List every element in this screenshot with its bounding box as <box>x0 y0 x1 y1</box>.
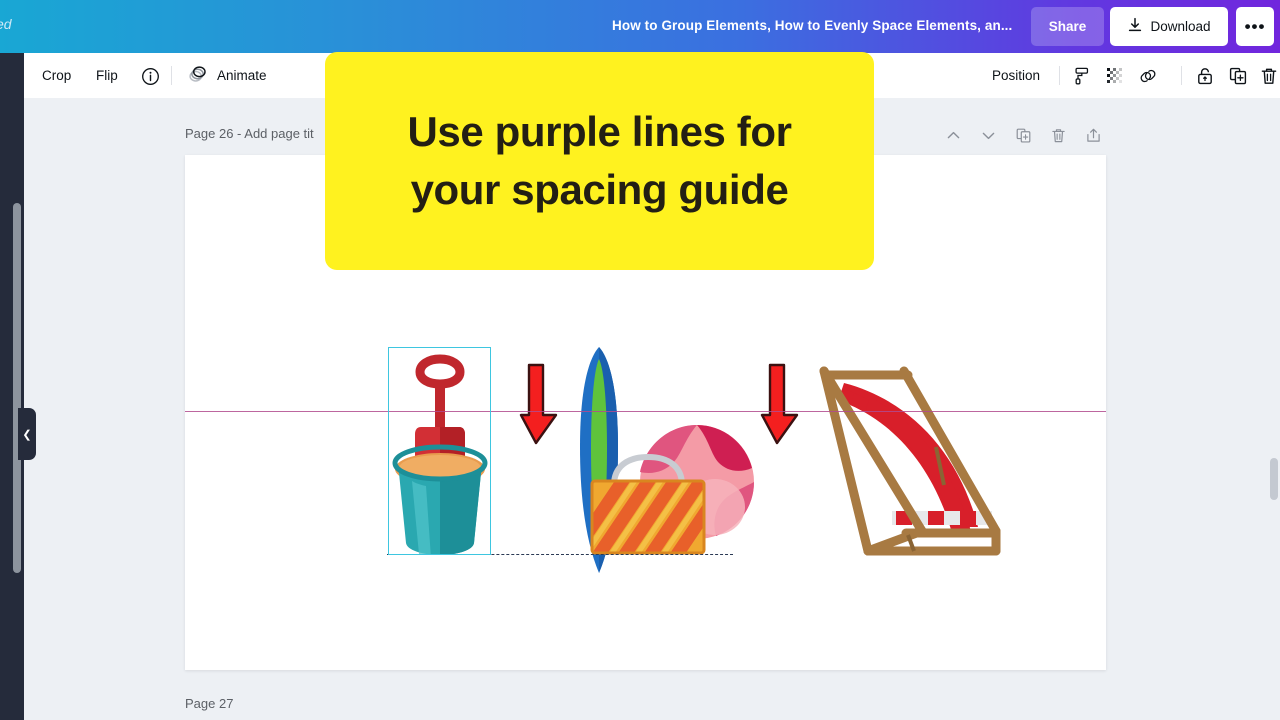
header-left-partial-text: ed <box>0 16 12 32</box>
checkerboard-transparency-icon[interactable] <box>1102 63 1128 89</box>
canva-editor-window: ed How to Group Elements, How to Evenly … <box>0 0 1280 720</box>
red-down-arrow-left[interactable] <box>514 363 558 445</box>
top-header-bar: ed How to Group Elements, How to Evenly … <box>0 0 1280 53</box>
selection-bounding-box[interactable] <box>388 347 491 555</box>
crop-button[interactable]: Crop <box>42 53 71 98</box>
chevron-left-icon: ❮ <box>22 428 32 441</box>
page-title-label[interactable]: Page 26 - Add page tit <box>185 126 314 141</box>
info-circle-icon[interactable] <box>137 63 163 89</box>
animate-button[interactable]: Animate <box>187 53 267 98</box>
share-button-label: Share <box>1048 19 1087 34</box>
lock-icon[interactable] <box>1192 63 1218 89</box>
red-down-arrow-right[interactable] <box>755 363 799 445</box>
delete-page-button[interactable] <box>1046 124 1071 146</box>
download-icon <box>1127 17 1143 36</box>
flip-label: Flip <box>96 68 118 83</box>
page-action-buttons <box>941 124 1106 146</box>
purple-spacing-guide-line <box>185 411 1106 412</box>
animate-circles-icon <box>187 64 209 87</box>
more-options-icon: ••• <box>1244 16 1266 36</box>
add-page-button[interactable] <box>1081 124 1106 146</box>
more-options-button[interactable]: ••• <box>1236 7 1274 46</box>
move-page-down-button[interactable] <box>976 124 1001 146</box>
link-icon[interactable] <box>1135 63 1161 89</box>
toolbar-divider-1 <box>171 66 172 85</box>
paint-roller-icon[interactable] <box>1069 63 1095 89</box>
beach-bag-element[interactable] <box>588 449 708 557</box>
flip-button[interactable]: Flip <box>96 53 118 98</box>
duplicate-icon[interactable] <box>1225 63 1251 89</box>
position-button[interactable]: Position <box>992 53 1040 98</box>
sidebar-scrollbar[interactable] <box>13 203 21 573</box>
toolbar-divider-2 <box>1059 66 1060 85</box>
instruction-callout: Use purple lines for your spacing guide <box>325 52 874 270</box>
toolbar-divider-3 <box>1181 66 1182 85</box>
trash-icon[interactable] <box>1256 63 1280 89</box>
duplicate-page-button[interactable] <box>1011 124 1036 146</box>
sidebar-collapse-button[interactable]: ❮ <box>18 408 36 460</box>
move-page-up-button[interactable] <box>941 124 966 146</box>
animate-label: Animate <box>217 68 267 83</box>
canvas-vertical-scrollbar[interactable] <box>1270 458 1278 500</box>
document-title: How to Group Elements, How to Evenly Spa… <box>612 18 1013 33</box>
download-button-label: Download <box>1150 19 1211 34</box>
share-button[interactable]: Share <box>1031 7 1104 46</box>
instruction-callout-text: Use purple lines for your spacing guide <box>407 108 792 213</box>
deck-chair-element[interactable] <box>810 355 1020 570</box>
position-label: Position <box>991 68 1040 83</box>
next-page-label: Page 27 <box>185 696 234 711</box>
left-sidebar-rail <box>0 53 24 720</box>
crop-label: Crop <box>42 68 72 83</box>
download-button[interactable]: Download <box>1110 7 1228 46</box>
